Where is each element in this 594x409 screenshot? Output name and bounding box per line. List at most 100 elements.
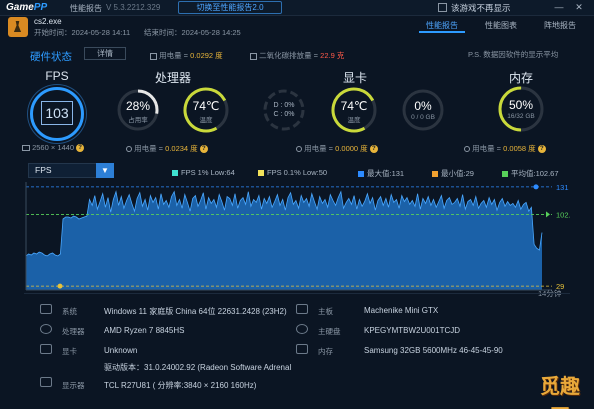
resolution-value: 2560 × 1440 — [32, 143, 75, 152]
driver-version: 驱动版本：31.0.24002.92 (Radeon Software Adre… — [104, 363, 292, 372]
memory-power-row: 用电量 = 0.0058 度 ? — [464, 143, 546, 154]
legend-swatch — [502, 171, 508, 178]
memory-title: 内存 — [508, 71, 533, 85]
disk-icon — [296, 324, 308, 334]
gpu-c-usage: C : 0% — [273, 111, 295, 118]
plug-icon — [150, 52, 157, 60]
game-icon — [8, 17, 28, 37]
total-power-value: 0.0292 度 — [190, 51, 223, 60]
fps-value: 103 — [41, 101, 73, 125]
cpu-temp-label: 温度 — [199, 117, 213, 124]
gpu-label: 显卡 — [62, 347, 77, 356]
legend-swatch — [172, 170, 178, 177]
monitor-small-icon — [22, 145, 30, 152]
gpu-usage-ring — [263, 89, 305, 131]
no-remind-checkbox[interactable] — [438, 3, 447, 12]
fps-title: FPS — [45, 69, 69, 83]
leaf-icon — [250, 52, 257, 60]
cpu-usage-value: 28% — [125, 99, 151, 113]
cpu-title: 处理器 — [154, 71, 191, 85]
cpu-power-value: 0.0234 度 — [165, 144, 198, 153]
board-label: 主板 — [318, 307, 333, 316]
app-logo: GamePP — [6, 2, 47, 13]
fps-chart: 131102.6729 — [25, 182, 570, 291]
logo-text-pp: PP — [33, 2, 48, 13]
chevron-down-icon[interactable]: ▼ — [96, 163, 114, 178]
gpu-value: Unknown — [104, 346, 138, 355]
memory-value: Samsung 32GB 5600MHz 46-45-45-90 — [364, 346, 503, 355]
tab-performance-report[interactable]: 性能报告 — [419, 19, 465, 33]
legend-swatch — [258, 170, 264, 177]
gpu-temp-label: 温度 — [347, 117, 361, 124]
cpu-label: 处理器 — [62, 327, 85, 336]
legend-max: 最大值:131 — [358, 168, 404, 179]
disk-label: 主硬盘 — [318, 327, 341, 336]
os-label: 系统 — [62, 307, 77, 316]
tab-position-report[interactable]: 阵地报告 — [537, 19, 583, 33]
gpu-power-row: 用电量 = 0.0000 度 ? — [296, 143, 378, 154]
data-note: P.S. 数据因软件的显示平均 — [468, 50, 559, 59]
start-time: 开始时间：2024-05-28 14:11 — [34, 28, 131, 37]
watermark-logo: 觅趣网 — [540, 376, 580, 409]
os-value: Windows 11 家庭版 China 64位 22631.2428 (23H… — [104, 307, 287, 316]
gpu-title: 显卡 — [342, 71, 367, 85]
gpu-icon — [40, 344, 52, 354]
gpu-power-label: 用电量 = — [304, 144, 336, 153]
monitor-icon — [40, 377, 52, 387]
legend-label: 最大值:131 — [367, 169, 405, 178]
carbon-label: 二氧化碳排放量 = — [259, 51, 321, 60]
help-icon[interactable]: ? — [369, 145, 378, 154]
memory-usage-gauge: 50% 16/32 GB — [497, 85, 545, 133]
carbon-value: 22.9 克 — [320, 51, 345, 60]
divider — [24, 293, 570, 294]
min-marker — [57, 283, 63, 289]
cpu-value: AMD Ryzen 7 8845HS — [104, 326, 185, 335]
no-remind-label: 该游戏不再显示 — [451, 3, 511, 13]
board-value: Machenike Mini GTX — [364, 306, 439, 315]
total-power-row: 用电量 = 0.0292 度 — [150, 50, 223, 61]
switch-report-button[interactable]: 切换至性能报告2.0 — [178, 1, 282, 14]
legend-label: FPS 1% Low:64 — [181, 168, 235, 177]
memory-usage-value: 50% — [508, 98, 534, 112]
end-time: 结束时间：2024-05-28 14:25 — [144, 28, 241, 37]
close-icon[interactable]: ✕ — [573, 2, 585, 13]
gpu-vram-sub: 0 / 0 GB — [411, 114, 435, 121]
power-icon — [126, 146, 132, 153]
legend-fps-01pct-low: FPS 0.1% Low:50 — [258, 168, 327, 177]
logo-text-game: Game — [6, 2, 34, 13]
help-icon[interactable]: ? — [76, 144, 85, 153]
memory-usage-sub: 16/32 GB — [507, 113, 535, 120]
power-icon — [464, 146, 470, 153]
motherboard-icon — [296, 304, 308, 314]
carbon-row: 二氧化碳排放量 = 22.9 克 — [250, 50, 344, 61]
gpu-vram-value: 0% — [414, 99, 432, 113]
cpu-power-label: 用电量 = — [134, 144, 166, 153]
gpu-d-usage: D : 0% — [273, 102, 295, 109]
minimize-icon[interactable]: — — [553, 2, 565, 13]
gpu-temp-value: 74℃ — [340, 99, 368, 113]
cpu-power-row: 用电量 = 0.0234 度 ? — [126, 143, 208, 154]
gpu-power-value: 0.0000 度 — [335, 144, 368, 153]
cpu-icon — [40, 324, 52, 334]
nav-performance-report[interactable]: 性能报告 — [70, 3, 102, 14]
hardware-status-title: 硬件状态 — [30, 51, 72, 63]
details-button[interactable]: 详情 — [84, 47, 126, 60]
disk-value: KPEGYMTBW2U001TCJD — [364, 326, 461, 335]
max-marker — [533, 184, 539, 190]
windows-icon — [40, 304, 52, 314]
cpu-usage-label: 占用率 — [128, 117, 148, 124]
help-icon[interactable]: ? — [537, 145, 546, 154]
monitor-value: TCL R27U81 ( 分辨率:3840 × 2160 160Hz) — [104, 381, 257, 390]
cpu-temp-value: 74℃ — [192, 99, 220, 113]
fps-gauge: 103 — [30, 87, 84, 141]
avg-marker — [546, 211, 550, 218]
legend-swatch — [358, 171, 364, 178]
resolution-row: 2560 × 1440 ? — [22, 143, 85, 153]
help-icon[interactable]: ? — [199, 145, 208, 154]
total-power-label: 用电量 = — [159, 51, 191, 60]
max-line-tick-label: 131 — [556, 183, 569, 192]
legend-label: 平均值:102.67 — [511, 169, 559, 178]
tab-performance-chart[interactable]: 性能图表 — [478, 19, 524, 33]
legend-label: 最小值:29 — [441, 169, 474, 178]
memory-label: 内存 — [318, 347, 333, 356]
